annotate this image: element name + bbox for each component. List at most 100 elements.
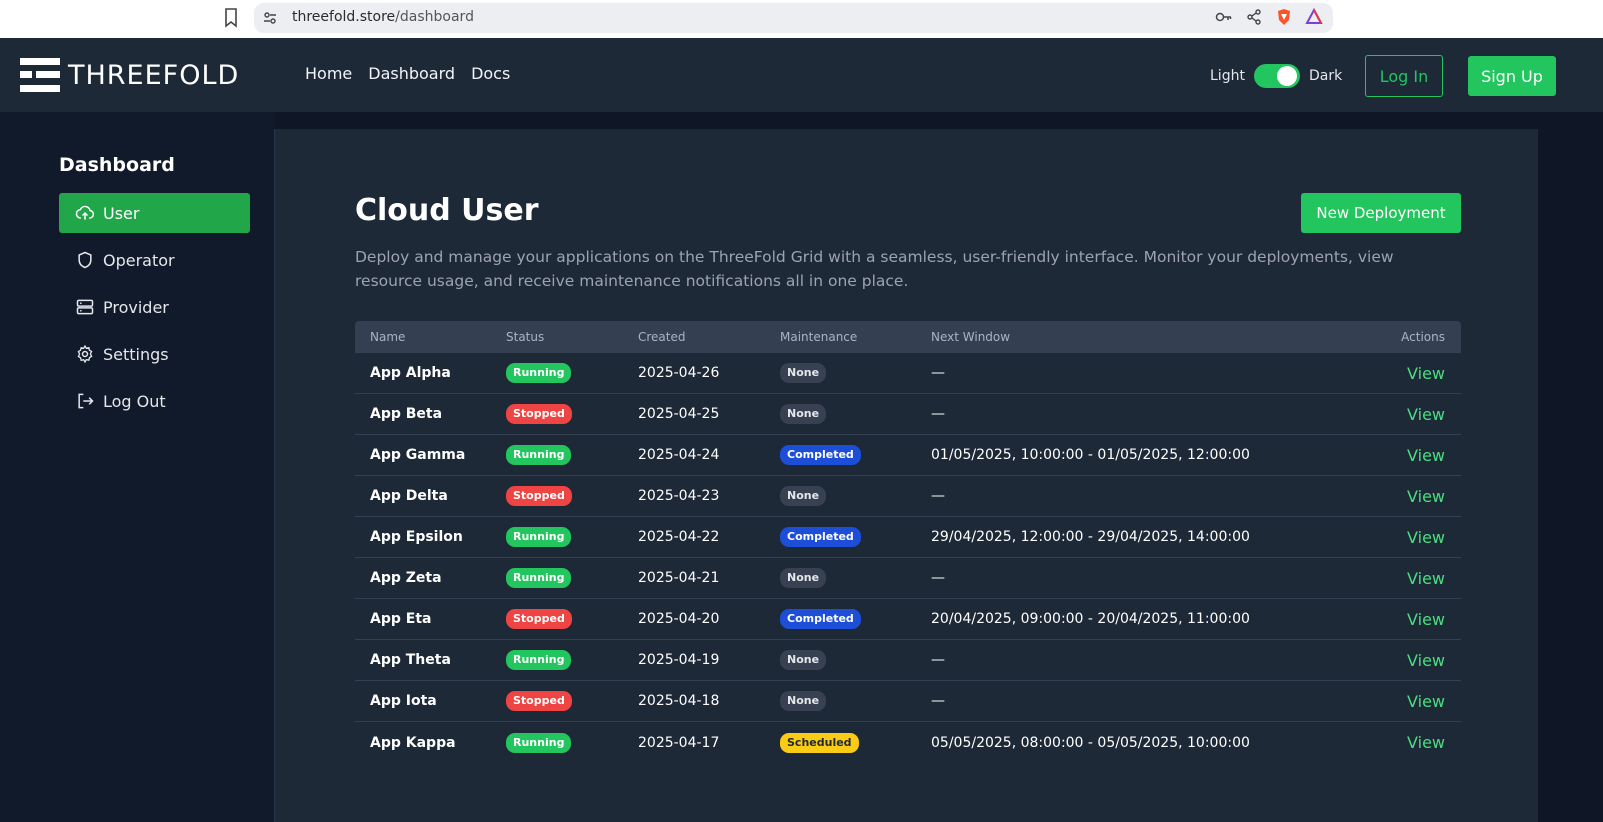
main-nav: Home Dashboard Docs (305, 64, 510, 83)
brave-rewards-icon[interactable] (1305, 8, 1323, 26)
column-header-status[interactable]: Status (506, 330, 638, 344)
brave-shield-icon[interactable] (1275, 8, 1293, 26)
next-window: 29/04/2025, 12:00:00 - 29/04/2025, 14:00… (931, 529, 1250, 545)
threefold-logo[interactable]: THREEFOLD (20, 58, 239, 92)
status-badge: Running (506, 363, 572, 383)
nav-home[interactable]: Home (305, 64, 352, 83)
app-name: App Theta (370, 652, 451, 668)
sidebar-item-provider[interactable]: Provider (59, 287, 250, 327)
sidebar-title: Dashboard (59, 154, 175, 176)
browser-toolbar: threefold.store/dashboard (0, 0, 1603, 38)
page-title: Cloud User (355, 193, 539, 228)
sidebar-item-label: Settings (103, 344, 169, 364)
created-date: 2025-04-24 (638, 447, 720, 463)
sidebar-item-settings[interactable]: Settings (59, 334, 250, 374)
status-badge: Stopped (506, 486, 572, 506)
view-link[interactable]: View (1407, 651, 1445, 670)
app-name: App Iota (370, 693, 437, 709)
status-badge: Stopped (506, 691, 572, 711)
sidebar-item-logout[interactable]: Log Out (59, 381, 250, 421)
view-link[interactable]: View (1407, 487, 1445, 506)
maintenance-badge: None (780, 691, 827, 711)
status-badge: Stopped (506, 609, 572, 629)
app-header: THREEFOLD Home Dashboard Docs Light Dark… (0, 38, 1603, 112)
maintenance-badge: None (780, 650, 827, 670)
view-link[interactable]: View (1407, 569, 1445, 588)
sidebar-item-label: Provider (103, 297, 169, 317)
next-window: — (931, 365, 945, 381)
maintenance-badge: None (780, 486, 827, 506)
maintenance-badge: Scheduled (780, 732, 859, 753)
next-window: — (931, 406, 945, 422)
maintenance-badge: Completed (780, 527, 861, 547)
key-icon[interactable] (1215, 8, 1233, 26)
table-row: App Iota Stopped 2025-04-18 None — View (355, 681, 1461, 722)
maintenance-badge: None (780, 363, 827, 383)
address-bar[interactable]: threefold.store/dashboard (254, 3, 1333, 33)
table-row: App Theta Running 2025-04-19 None — View (355, 640, 1461, 681)
shield-icon (78, 251, 92, 269)
column-header-maintenance[interactable]: Maintenance (780, 330, 931, 344)
app-name: App Eta (370, 611, 432, 627)
nav-dashboard[interactable]: Dashboard (368, 64, 455, 83)
table-row: App Alpha Running 2025-04-26 None — View (355, 353, 1461, 394)
logout-icon (78, 393, 94, 409)
sidebar-item-label: Log Out (103, 391, 166, 411)
maintenance-badge: None (780, 568, 827, 588)
view-link[interactable]: View (1407, 405, 1445, 424)
view-link[interactable]: View (1407, 528, 1445, 547)
created-date: 2025-04-26 (638, 365, 720, 381)
view-link[interactable]: View (1407, 364, 1445, 383)
created-date: 2025-04-18 (638, 693, 720, 709)
app-name: App Beta (370, 406, 443, 422)
maintenance-badge: None (780, 404, 827, 424)
table-row: App Eta Stopped 2025-04-20 Completed 20/04/2… (355, 599, 1461, 640)
next-window: 05/05/2025, 08:00:00 - 05/05/2025, 10:00… (931, 734, 1250, 751)
deployments-table: Name Status Created Maintenance Next Win… (355, 321, 1461, 763)
view-link[interactable]: View (1407, 692, 1445, 711)
created-date: 2025-04-17 (638, 734, 720, 751)
table-row: App Kappa Running 2025-04-17 Scheduled 05/05… (355, 722, 1461, 763)
app-name: App Gamma (370, 447, 466, 463)
logo-mark-icon (20, 58, 60, 92)
status-badge: Stopped (506, 404, 572, 424)
login-button[interactable]: Log In (1365, 55, 1443, 97)
next-window: — (931, 652, 945, 668)
logo-text: THREEFOLD (68, 59, 240, 91)
maintenance-badge: Completed (780, 445, 861, 465)
signup-button[interactable]: Sign Up (1468, 56, 1556, 96)
table-row: App Epsilon Running 2025-04-22 Completed 29/… (355, 517, 1461, 558)
theme-switch: Light Dark (1210, 64, 1342, 88)
app-name: App Alpha (370, 365, 451, 381)
column-header-next-window[interactable]: Next Window (931, 330, 1341, 344)
theme-light-label: Light (1210, 68, 1245, 84)
view-link[interactable]: View (1407, 733, 1445, 752)
created-date: 2025-04-23 (638, 488, 720, 504)
column-header-name[interactable]: Name (355, 330, 506, 344)
url-text: threefold.store/dashboard (292, 9, 474, 25)
bookmark-icon[interactable] (224, 8, 238, 28)
share-icon[interactable] (1245, 8, 1263, 26)
sidebar-item-user[interactable]: User (59, 193, 250, 233)
next-window: — (931, 693, 945, 709)
maintenance-badge: Completed (780, 609, 861, 629)
status-badge: Running (506, 527, 572, 547)
column-header-created[interactable]: Created (638, 330, 780, 344)
created-date: 2025-04-25 (638, 406, 720, 422)
main-panel: Cloud User New Deployment Deploy and man… (274, 129, 1538, 822)
theme-toggle[interactable] (1253, 64, 1300, 88)
theme-dark-label: Dark (1308, 68, 1343, 84)
next-window: — (931, 570, 945, 586)
status-badge: Running (506, 568, 572, 588)
site-settings-icon[interactable] (262, 10, 278, 26)
sidebar-item-operator[interactable]: Operator (59, 240, 250, 280)
server-icon (76, 299, 94, 315)
new-deployment-button[interactable]: New Deployment (1301, 193, 1461, 233)
nav-docs[interactable]: Docs (471, 64, 510, 83)
view-link[interactable]: View (1407, 446, 1445, 465)
view-link[interactable]: View (1407, 610, 1445, 629)
sidebar-item-label: Operator (103, 250, 175, 270)
app-name: App Kappa (370, 734, 456, 751)
table-header: Name Status Created Maintenance Next Win… (355, 321, 1461, 353)
app-name: App Delta (370, 488, 448, 504)
